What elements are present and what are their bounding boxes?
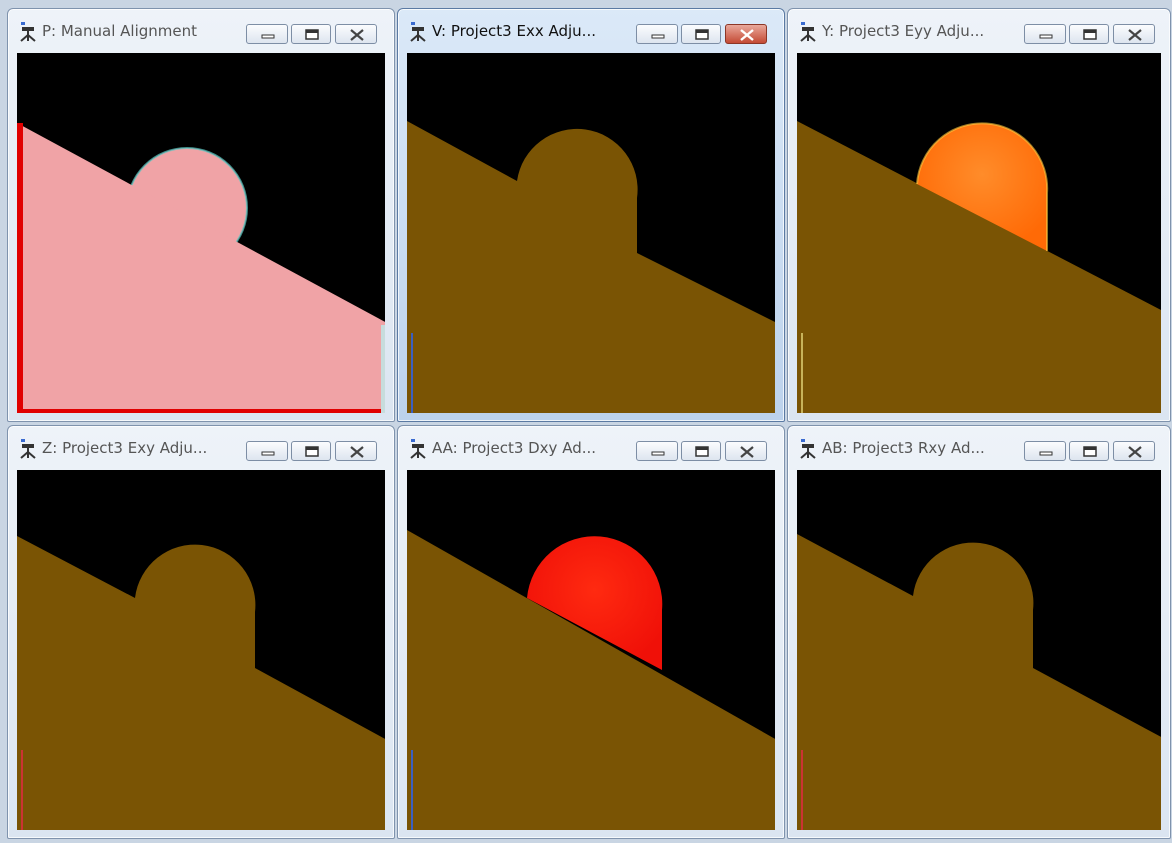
close-icon xyxy=(350,29,364,41)
close-button[interactable] xyxy=(335,24,377,44)
camera-stand-icon xyxy=(797,438,819,460)
minimize-button[interactable] xyxy=(636,441,678,461)
window-title: Y: Project3 Eyy Adju... xyxy=(822,22,985,40)
camera-stand-icon xyxy=(17,438,39,460)
close-icon xyxy=(1128,446,1142,458)
window-title: AA: Project3 Dxy Ad... xyxy=(432,439,597,457)
strain-map-exy xyxy=(17,470,385,830)
minimize-button[interactable] xyxy=(1024,24,1066,44)
maximize-icon xyxy=(1083,29,1097,40)
maximize-icon xyxy=(1083,446,1097,457)
strain-map-exx xyxy=(407,53,775,413)
window-title: Z: Project3 Exy Adju... xyxy=(42,439,208,457)
image-view[interactable] xyxy=(17,53,385,413)
strain-map-rxy xyxy=(797,470,1161,830)
minimize-icon xyxy=(651,34,665,39)
window-ab[interactable]: AB: Project3 Rxy Ad... xyxy=(787,425,1171,839)
title-bar[interactable]: AB: Project3 Rxy Ad... xyxy=(788,426,1170,470)
window-p[interactable]: P: Manual Alignment xyxy=(7,8,395,422)
close-button[interactable] xyxy=(1113,24,1155,44)
image-view[interactable] xyxy=(17,470,385,830)
minimize-button[interactable] xyxy=(246,24,288,44)
maximize-button[interactable] xyxy=(1069,24,1109,44)
close-icon xyxy=(1128,29,1142,41)
minimize-icon xyxy=(1039,34,1053,39)
close-icon xyxy=(350,446,364,458)
alignment-image xyxy=(17,53,385,413)
close-button[interactable] xyxy=(725,24,767,44)
minimize-button[interactable] xyxy=(246,441,288,461)
maximize-button[interactable] xyxy=(291,24,331,44)
strain-map-dxy xyxy=(407,470,775,830)
image-view[interactable] xyxy=(797,470,1161,830)
image-view[interactable] xyxy=(797,53,1161,413)
maximize-icon xyxy=(305,446,319,457)
maximize-icon xyxy=(695,446,709,457)
maximize-button[interactable] xyxy=(1069,441,1109,461)
close-button[interactable] xyxy=(1113,441,1155,461)
window-z[interactable]: Z: Project3 Exy Adju... xyxy=(7,425,395,839)
window-y[interactable]: Y: Project3 Eyy Adju... xyxy=(787,8,1171,422)
image-view[interactable] xyxy=(407,470,775,830)
minimize-button[interactable] xyxy=(636,24,678,44)
title-bar[interactable]: Y: Project3 Eyy Adju... xyxy=(788,9,1170,53)
title-bar[interactable]: V: Project3 Exx Adju... xyxy=(398,9,784,53)
maximize-icon xyxy=(305,29,319,40)
title-bar[interactable]: P: Manual Alignment xyxy=(8,9,394,53)
window-title: AB: Project3 Rxy Ad... xyxy=(822,439,985,457)
strain-map-eyy xyxy=(797,53,1161,413)
minimize-icon xyxy=(261,34,275,39)
camera-stand-icon xyxy=(407,438,429,460)
close-icon xyxy=(740,29,754,41)
minimize-icon xyxy=(261,451,275,456)
title-bar[interactable]: AA: Project3 Dxy Ad... xyxy=(398,426,784,470)
close-button[interactable] xyxy=(335,441,377,461)
close-icon xyxy=(740,446,754,458)
image-view[interactable] xyxy=(407,53,775,413)
maximize-button[interactable] xyxy=(681,441,721,461)
camera-stand-icon xyxy=(17,21,39,43)
minimize-button[interactable] xyxy=(1024,441,1066,461)
window-title: P: Manual Alignment xyxy=(42,22,197,40)
window-aa[interactable]: AA: Project3 Dxy Ad... xyxy=(397,425,785,839)
minimize-icon xyxy=(1039,451,1053,456)
close-button[interactable] xyxy=(725,441,767,461)
camera-stand-icon xyxy=(797,21,819,43)
window-title: V: Project3 Exx Adju... xyxy=(432,22,596,40)
window-v[interactable]: V: Project3 Exx Adju... xyxy=(397,8,785,422)
maximize-button[interactable] xyxy=(291,441,331,461)
camera-stand-icon xyxy=(407,21,429,43)
minimize-icon xyxy=(651,451,665,456)
title-bar[interactable]: Z: Project3 Exy Adju... xyxy=(8,426,394,470)
maximize-button[interactable] xyxy=(681,24,721,44)
maximize-icon xyxy=(695,29,709,40)
